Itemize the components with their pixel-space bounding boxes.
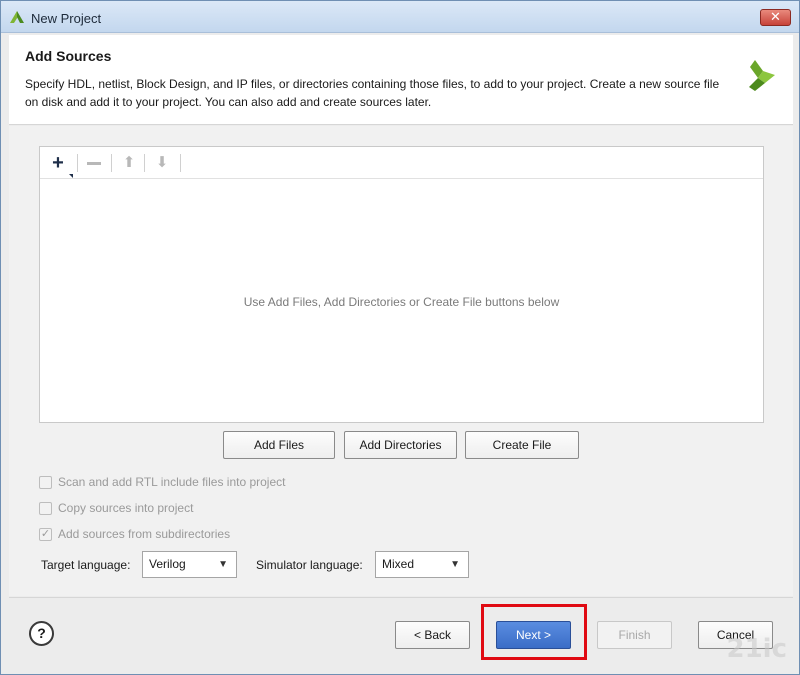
watermark: 21ic (726, 634, 787, 664)
toolbar-separator (111, 154, 112, 172)
subdirectories-checkbox[interactable]: ✓ (39, 528, 52, 541)
sources-panel: + ⬆ ⬇ Use Add Files, Add Directories or … (39, 146, 764, 423)
content-area: + ⬆ ⬇ Use Add Files, Add Directories or … (9, 126, 793, 596)
page-title: Add Sources (25, 48, 112, 64)
create-file-button[interactable]: Create File (465, 431, 579, 459)
dropdown-arrow-icon (69, 174, 73, 178)
add-source-button[interactable]: + (46, 152, 73, 178)
copy-sources-label: Copy sources into project (58, 501, 194, 515)
target-language-select[interactable]: Verilog ▼ (142, 551, 237, 578)
close-icon: ✕ (770, 9, 781, 24)
remove-source-button[interactable] (82, 152, 106, 174)
copy-sources-checkbox[interactable] (39, 502, 52, 515)
add-directories-button[interactable]: Add Directories (344, 431, 457, 459)
close-button[interactable]: ✕ (760, 9, 791, 26)
xilinx-logo-icon (749, 60, 775, 91)
dialog-footer: ? < Back Next > Finish Cancel 21ic (9, 597, 793, 673)
toolbar-separator (144, 154, 145, 172)
toolbar-separator (180, 154, 181, 172)
window-title: New Project (31, 11, 102, 26)
simulator-language-label: Simulator language: (256, 558, 363, 572)
toolbar-separator (77, 154, 78, 172)
subdirectories-label: Add sources from subdirectories (58, 527, 231, 541)
target-language-value: Verilog (149, 557, 186, 571)
back-button[interactable]: < Back (395, 621, 470, 649)
move-down-button[interactable]: ⬇ (150, 152, 174, 174)
scan-rtl-checkbox[interactable] (39, 476, 52, 489)
scan-rtl-label: Scan and add RTL include files into proj… (58, 475, 286, 489)
help-button[interactable]: ? (29, 621, 54, 646)
sources-toolbar: + ⬆ ⬇ (40, 147, 763, 179)
chevron-down-icon: ▼ (218, 559, 228, 570)
target-language-label: Target language: (41, 558, 131, 572)
next-highlight-box (481, 604, 587, 660)
vivado-logo-icon (10, 11, 24, 23)
page-header: Add Sources Specify HDL, netlist, Block … (9, 35, 793, 125)
add-files-button[interactable]: Add Files (223, 431, 335, 459)
simulator-language-value: Mixed (382, 557, 415, 571)
title-bar: New Project ✕ (1, 1, 799, 33)
page-description: Specify HDL, netlist, Block Design, and … (25, 77, 720, 109)
move-up-button[interactable]: ⬆ (117, 152, 141, 174)
finish-button[interactable]: Finish (597, 621, 672, 649)
simulator-language-select[interactable]: Mixed ▼ (375, 551, 469, 578)
new-project-dialog: New Project ✕ Add Sources Specify HDL, n… (0, 0, 800, 675)
chevron-down-icon: ▼ (450, 559, 460, 570)
empty-list-hint: Use Add Files, Add Directories or Create… (243, 295, 560, 309)
